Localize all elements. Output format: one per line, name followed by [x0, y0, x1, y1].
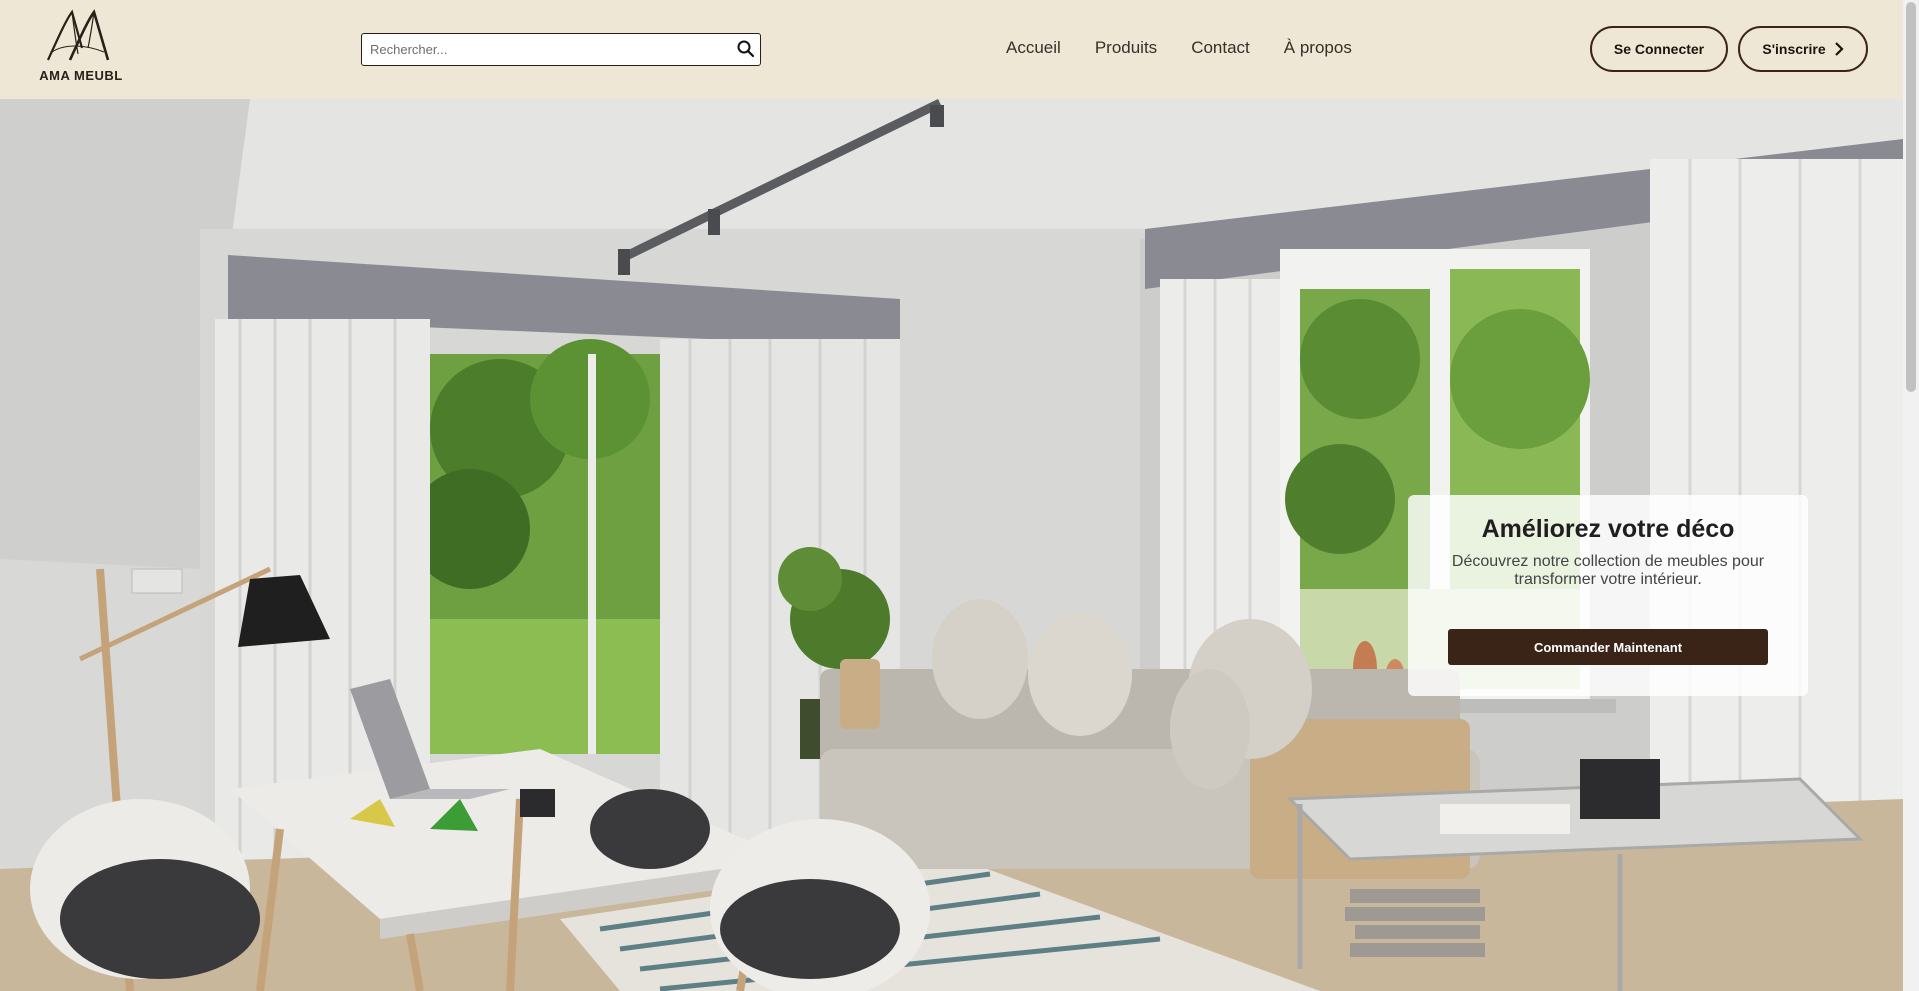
promo-title: Améliorez votre déco — [1481, 515, 1735, 543]
search-icon[interactable] — [736, 39, 756, 59]
promo-card: Améliorez votre déco Découvrez notre col… — [1408, 495, 1808, 696]
nav-item-contact[interactable]: Contact — [1191, 38, 1250, 58]
brand-logo[interactable]: AMA MEUBL — [38, 8, 124, 84]
chevron-right-icon — [1834, 42, 1844, 56]
login-button-label: Se Connecter — [1613, 41, 1705, 57]
scrollbar-thumb[interactable] — [1906, 2, 1916, 392]
logo-mark-icon — [46, 9, 110, 61]
nav-item-produits[interactable]: Produits — [1095, 38, 1157, 58]
hero-section: Améliorez votre déco Découvrez notre col… — [0, 99, 1903, 991]
nav-item-a-propos[interactable]: À propos — [1284, 38, 1352, 58]
page-scrollbar[interactable] — [1903, 0, 1919, 991]
login-button[interactable]: Se Connecter — [1590, 26, 1728, 72]
main-nav: Accueil Produits Contact À propos — [1006, 38, 1352, 58]
signup-button-label: S'inscrire — [1762, 41, 1826, 57]
site-header: AMA MEUBL Accueil Produits Contact À pro… — [0, 0, 1903, 99]
signup-button[interactable]: S'inscrire — [1738, 26, 1868, 72]
nav-item-accueil[interactable]: Accueil — [1006, 38, 1061, 58]
brand-name: AMA MEUBL — [39, 68, 123, 83]
search-input[interactable] — [362, 34, 722, 64]
search-box — [361, 33, 761, 66]
order-now-button[interactable]: Commander Maintenant — [1448, 629, 1768, 665]
promo-text: Découvrez notre collection de meubles po… — [1451, 553, 1765, 588]
